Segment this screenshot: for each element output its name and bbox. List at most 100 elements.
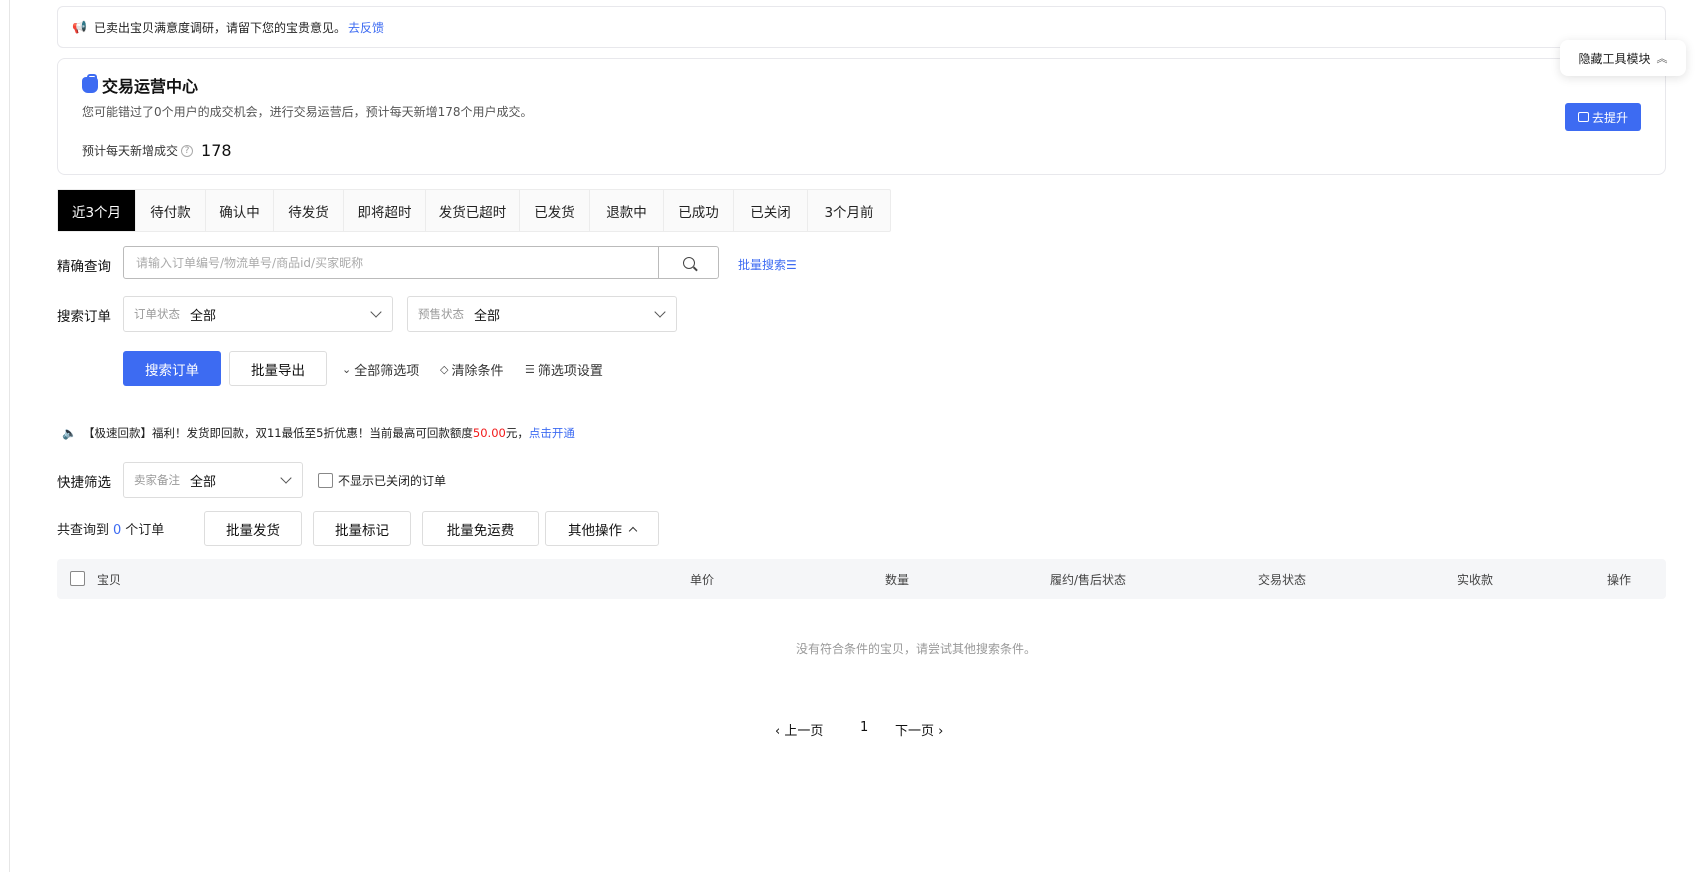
filter-settings-label: 筛选项设置 [537, 364, 603, 379]
tab-succeeded[interactable]: 已成功 [664, 190, 734, 231]
filter-settings-button[interactable]: ☰ 筛选项设置 [525, 360, 603, 379]
next-page-button[interactable]: 下一页 › [895, 720, 943, 739]
megaphone-icon: 📢 [72, 20, 87, 34]
seller-note-select[interactable]: 卖家备注 全部 [123, 462, 303, 498]
tab-shipped[interactable]: 已发货 [520, 190, 590, 231]
money-bag-icon [82, 74, 98, 93]
ops-stat: 预计每天新增成交 ? 178 [82, 141, 232, 160]
improve-button-label: 去提升 [1591, 110, 1628, 125]
ops-title-text: 交易运营中心 [102, 77, 199, 96]
col-received-amount: 实收款 [1457, 573, 1494, 587]
batch-search-label: 批量搜索 [738, 258, 787, 272]
order-status-prefix: 订单状态 [134, 307, 180, 321]
tab-about-to-timeout[interactable]: 即将超时 [344, 190, 426, 231]
list-search-icon: ☰ [786, 258, 797, 272]
fast-payback-promo: 🔈 【极速回款】福利！发货即回款，双11最低至5折优惠！当前最高可回款额度 50… [62, 425, 575, 441]
result-count-value: 0 [113, 523, 122, 538]
left-divider [9, 0, 10, 872]
promo-suffix: 元， [505, 426, 529, 440]
speaker-icon: 🔈 [62, 426, 77, 440]
chevron-up-icon [628, 526, 638, 535]
trade-operations-card: 交易运营中心 您可能错过了0个用户的成交机会，进行交易运营后，预计每天新增178… [57, 58, 1666, 175]
chevron-down-icon [370, 306, 382, 318]
col-unit-price: 单价 [690, 573, 715, 587]
clear-conditions-label: 清除条件 [451, 364, 504, 379]
page-1-button[interactable]: 1 [860, 720, 868, 735]
order-management-page: 📢 已卖出宝贝满意度调研，请留下您的宝贵意见。 去反馈 交易运营中心 您可能错过… [0, 0, 1704, 872]
col-actions: 操作 [1607, 573, 1632, 587]
batch-free-shipping-button[interactable]: 批量免运费 [422, 511, 539, 546]
chevron-left-icon: ‹ [775, 724, 785, 739]
ops-stat-label: 预计每天新增成交 [82, 144, 179, 158]
ops-stat-value: 178 [201, 141, 232, 160]
tab-older-than-3-months[interactable]: 3个月前 [808, 190, 890, 231]
search-orders-button[interactable]: 搜索订单 [123, 351, 221, 386]
tab-ship-timed-out[interactable]: 发货已超时 [426, 190, 520, 231]
promo-text: 【极速回款】福利！发货即回款，双11最低至5折优惠！当前最高可回款额度 [82, 426, 473, 440]
notice-text: 已卖出宝贝满意度调研，请留下您的宝贵意见。 [94, 20, 347, 35]
clear-conditions-button[interactable]: ◇ 清除条件 [440, 360, 503, 379]
presale-status-value: 全部 [474, 308, 501, 324]
precise-search-box [123, 246, 719, 279]
hide-tools-label: 隐藏工具模块 [1578, 51, 1651, 66]
order-status-tabs: 近3个月 待付款 确认中 待发货 即将超时 发货已超时 已发货 退款中 已成功 … [57, 189, 891, 232]
precise-search-input[interactable] [124, 247, 658, 278]
all-filters-toggle[interactable]: ⌄ 全部筛选项 [342, 360, 419, 379]
list-icon: ☰ [525, 363, 535, 376]
chevron-down-icon: ⌄ [342, 363, 352, 376]
order-status-value: 全部 [190, 308, 217, 324]
help-icon[interactable]: ? [181, 144, 194, 157]
search-button[interactable] [658, 247, 718, 278]
double-chevron-up-icon: ︽ [1656, 52, 1668, 65]
col-quantity: 数量 [885, 573, 910, 587]
tab-confirming[interactable]: 确认中 [206, 190, 274, 231]
feedback-notice-bar: 📢 已卖出宝贝满意度调研，请留下您的宝贵意见。 去反馈 [57, 6, 1666, 48]
eraser-icon: ◇ [440, 363, 449, 376]
chart-icon [1577, 112, 1589, 122]
promo-amount: 50.00 [472, 426, 506, 440]
hide-closed-checkbox[interactable] [318, 473, 333, 488]
all-filters-label: 全部筛选项 [354, 364, 420, 379]
presale-status-select[interactable]: 预售状态 全部 [407, 296, 677, 332]
tab-recent-3-months[interactable]: 近3个月 [58, 190, 136, 231]
seller-note-value: 全部 [190, 474, 217, 490]
hide-closed-label: 不显示已关闭的订单 [338, 474, 447, 488]
activate-link[interactable]: 点击开通 [529, 425, 575, 441]
empty-state-message: 没有符合条件的宝贝，请尝试其他搜索条件。 [795, 642, 1036, 656]
improve-button[interactable]: 去提升 [1565, 103, 1641, 131]
seller-note-prefix: 卖家备注 [134, 473, 180, 487]
ops-description: 您可能错过了0个用户的成交机会，进行交易运营后，预计每天新增178个用户成交。 [82, 105, 533, 119]
orders-table-header: 宝贝 单价 数量 履约/售后状态 交易状态 实收款 操作 [57, 559, 1666, 599]
col-fulfillment-status: 履约/售后状态 [1050, 573, 1127, 587]
presale-status-prefix: 预售状态 [418, 307, 464, 321]
ops-title: 交易运营中心 [82, 73, 198, 97]
batch-ship-button[interactable]: 批量发货 [204, 511, 302, 546]
order-status-select[interactable]: 订单状态 全部 [123, 296, 393, 332]
precise-search-label: 精确查询 [57, 259, 111, 275]
batch-mark-button[interactable]: 批量标记 [313, 511, 411, 546]
result-suffix: 个订单 [125, 523, 165, 538]
feedback-link[interactable]: 去反馈 [348, 19, 384, 36]
chevron-down-icon [280, 472, 292, 484]
hide-closed-orders-option[interactable]: 不显示已关闭的订单 [318, 472, 446, 489]
other-actions-button[interactable]: 其他操作 [545, 511, 659, 546]
chevron-right-icon: › [934, 724, 944, 739]
tab-closed[interactable]: 已关闭 [734, 190, 808, 231]
tab-refunding[interactable]: 退款中 [590, 190, 664, 231]
tab-to-ship[interactable]: 待发货 [274, 190, 344, 231]
batch-export-button[interactable]: 批量导出 [229, 351, 327, 386]
col-trade-status: 交易状态 [1258, 573, 1307, 587]
select-all-checkbox[interactable] [70, 571, 85, 586]
search-orders-label: 搜索订单 [57, 309, 111, 325]
result-count: 共查询到 0 个订单 [57, 519, 164, 538]
hide-tools-toggle[interactable]: 隐藏工具模块 ︽ [1560, 40, 1686, 76]
batch-search-link[interactable]: 批量搜索☰ [738, 256, 797, 273]
chevron-down-icon [654, 306, 666, 318]
prev-page-button[interactable]: ‹ 上一页 [775, 720, 823, 739]
prev-page-label: 上一页 [784, 724, 824, 739]
result-prefix: 共查询到 [57, 523, 110, 538]
col-item: 宝贝 [97, 573, 122, 587]
tab-pending-payment[interactable]: 待付款 [136, 190, 206, 231]
search-icon [682, 256, 695, 269]
quick-filter-label: 快捷筛选 [57, 475, 111, 491]
